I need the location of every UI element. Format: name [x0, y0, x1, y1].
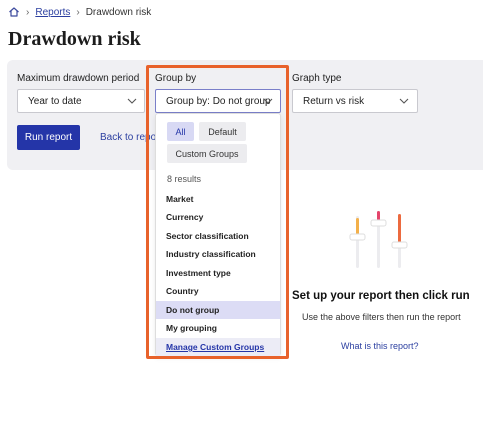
- what-is-this-report-link[interactable]: What is this report?: [341, 341, 419, 351]
- home-icon[interactable]: [8, 6, 20, 18]
- breadcrumb: › Reports › Drawdown risk: [8, 5, 151, 19]
- max-drawdown-select[interactable]: Year to date: [17, 89, 145, 113]
- max-drawdown-label: Maximum drawdown period: [17, 73, 140, 84]
- chevron-right-icon: ›: [26, 6, 30, 18]
- chevron-down-icon: [399, 97, 409, 105]
- empty-state-subtitle: Use the above filters then run the repor…: [302, 312, 461, 322]
- max-drawdown-value: Year to date: [28, 95, 82, 107]
- run-report-button[interactable]: Run report: [17, 125, 80, 150]
- highlight-box: [146, 65, 289, 359]
- chevron-down-icon: [127, 97, 137, 105]
- page-title: Drawdown risk: [8, 28, 141, 50]
- breadcrumb-reports-link[interactable]: Reports: [35, 7, 70, 18]
- graph-type-label: Graph type: [292, 73, 342, 84]
- graph-type-select[interactable]: Return vs risk: [292, 89, 418, 113]
- breadcrumb-current: Drawdown risk: [85, 6, 152, 18]
- sliders-icon: [348, 208, 408, 270]
- empty-state-title: Set up your report then click run: [292, 290, 470, 302]
- chevron-right-icon: ›: [76, 6, 80, 18]
- graph-type-value: Return vs risk: [303, 95, 365, 107]
